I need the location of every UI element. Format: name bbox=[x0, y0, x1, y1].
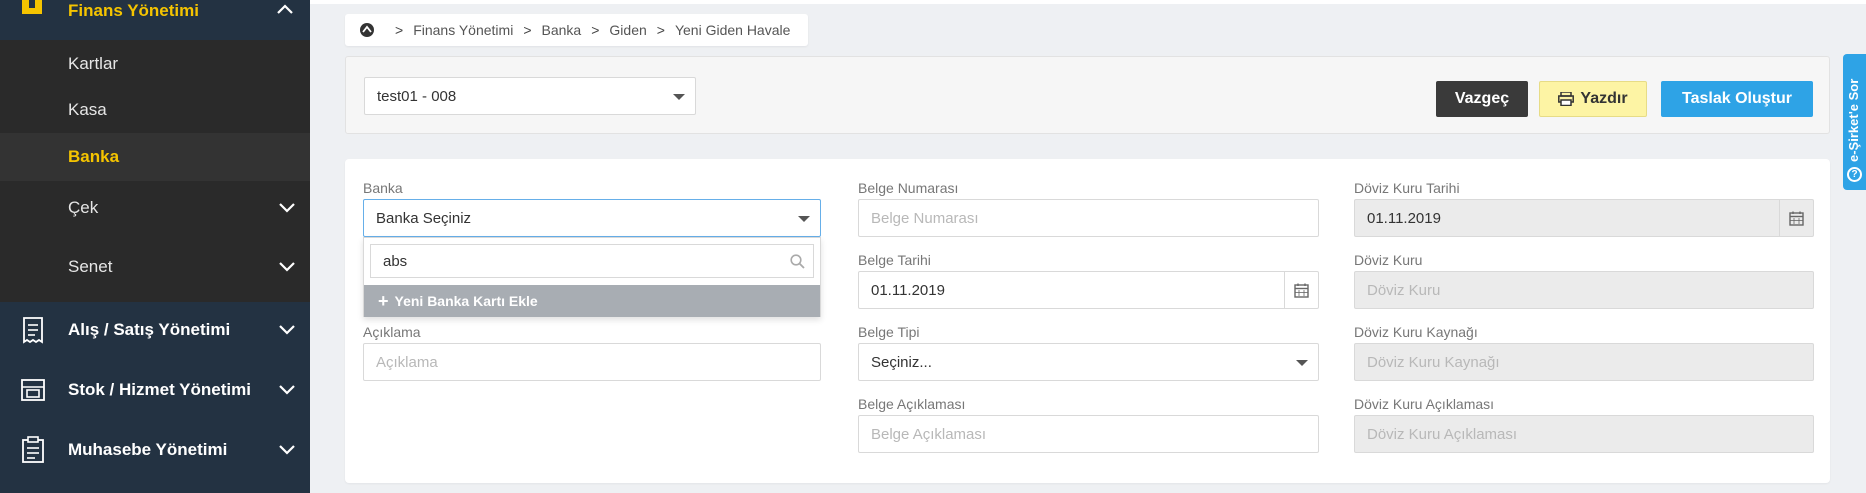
doviz-kaynak-input[interactable]: Döviz Kuru Kaynağı bbox=[1354, 343, 1814, 381]
sidebar-item-label: Muhasebe Yönetimi bbox=[68, 440, 228, 459]
doviz-tarihi-value: 01.11.2019 bbox=[1367, 210, 1441, 227]
caret-down-icon bbox=[1296, 360, 1308, 366]
action-bar: test01 - 008 Vazgeç Yazdır Taslak Oluştu… bbox=[345, 56, 1830, 134]
doviz-kaynak-label: Döviz Kuru Kaynağı bbox=[1354, 324, 1478, 340]
sidebar-item-label: Banka bbox=[68, 147, 120, 166]
breadcrumb-item[interactable]: Banka bbox=[542, 22, 582, 38]
chevron-up-icon[interactable] bbox=[276, 2, 294, 16]
belge-no-placeholder: Belge Numarası bbox=[871, 210, 979, 227]
search-icon bbox=[790, 254, 805, 269]
chevron-down-icon bbox=[279, 203, 295, 213]
sidebar: Finans Yönetimi Kartlar Kasa Banka Çek S… bbox=[0, 0, 310, 493]
belge-aciklama-placeholder: Belge Açıklaması bbox=[871, 426, 987, 443]
aciklama-label: Açıklama bbox=[363, 324, 421, 340]
belge-tipi-label: Belge Tipi bbox=[858, 324, 920, 340]
chevron-down-icon bbox=[279, 325, 295, 335]
sidebar-item-kasa[interactable]: Kasa bbox=[0, 86, 310, 134]
sidebar-item-banka[interactable]: Banka bbox=[0, 133, 310, 181]
calendar-button[interactable] bbox=[1779, 200, 1813, 236]
banka-search-input[interactable]: abs bbox=[370, 244, 814, 278]
belge-aciklama-label: Belge Açıklaması bbox=[858, 396, 966, 412]
belge-no-input[interactable]: Belge Numarası bbox=[858, 199, 1319, 237]
sidebar-item-label: Alış / Satış Yönetimi bbox=[68, 320, 231, 339]
belge-tarihi-label: Belge Tarihi bbox=[858, 252, 931, 268]
receipt-icon bbox=[23, 317, 43, 344]
banka-label: Banka bbox=[363, 180, 403, 196]
belge-tipi-value: Seçiniz... bbox=[871, 354, 932, 371]
sidebar-item-label: Stok / Hizmet Yönetimi bbox=[68, 380, 251, 399]
add-bank-card-option[interactable]: + Yeni Banka Kartı Ekle bbox=[364, 285, 820, 317]
banka-select[interactable]: Banka Seçiniz bbox=[363, 199, 821, 237]
finans-submenu: Kartlar Kasa Banka Çek Senet bbox=[0, 40, 310, 302]
calendar-icon bbox=[1294, 283, 1309, 298]
belge-tarihi-input[interactable]: 01.11.2019 bbox=[858, 271, 1319, 309]
sidebar-item-cek[interactable]: Çek bbox=[0, 184, 310, 232]
aciklama-placeholder: Açıklama bbox=[376, 354, 438, 371]
breadcrumb: > Finans Yönetimi > Banka > Giden > Yeni… bbox=[345, 14, 809, 46]
sidebar-section-finans[interactable]: Finans Yönetimi bbox=[0, 0, 310, 40]
breadcrumb-separator: > bbox=[523, 22, 532, 38]
sidebar-item-senet[interactable]: Senet bbox=[0, 243, 310, 291]
belge-tipi-select[interactable]: Seçiniz... bbox=[858, 343, 1319, 381]
sidebar-item-label: Senet bbox=[68, 257, 113, 276]
doviz-aciklama-input[interactable]: Döviz Kuru Açıklaması bbox=[1354, 415, 1814, 453]
banka-select-value: Banka Seçiniz bbox=[376, 210, 472, 227]
form-card: Banka Banka Seçiniz Açıklama Açıklama ab… bbox=[345, 159, 1830, 483]
sidebar-item-label: Kartlar bbox=[68, 54, 119, 73]
doviz-kuru-placeholder: Döviz Kuru bbox=[1367, 282, 1441, 299]
breadcrumb-separator: > bbox=[591, 22, 600, 38]
banka-search-value: abs bbox=[383, 253, 408, 270]
sidebar-item-stok-hizmet[interactable]: Stok / Hizmet Yönetimi bbox=[0, 360, 310, 420]
sidebar-section-label: Finans Yönetimi bbox=[68, 1, 199, 20]
sidebar-item-muhasebe[interactable]: Muhasebe Yönetimi bbox=[0, 420, 310, 480]
breadcrumb-current: Yeni Giden Havale bbox=[674, 22, 791, 38]
breadcrumb-item[interactable]: Finans Yönetimi bbox=[413, 22, 513, 38]
company-select[interactable]: test01 - 008 bbox=[364, 77, 696, 115]
print-button[interactable]: Yazdır bbox=[1539, 81, 1647, 117]
doviz-kuru-label: Döviz Kuru bbox=[1354, 252, 1423, 268]
chevron-down-icon bbox=[279, 385, 295, 395]
sidebar-item-label: Çek bbox=[68, 198, 99, 217]
chevron-down-icon bbox=[279, 445, 295, 455]
plus-icon: + bbox=[378, 291, 389, 311]
caret-down-icon bbox=[798, 216, 810, 222]
printer-icon bbox=[1558, 92, 1575, 106]
create-draft-button[interactable]: Taslak Oluştur bbox=[1661, 81, 1813, 117]
doviz-tarihi-input[interactable]: 01.11.2019 bbox=[1354, 199, 1814, 237]
belge-tarihi-value: 01.11.2019 bbox=[871, 282, 945, 299]
calendar-button[interactable] bbox=[1284, 272, 1318, 308]
sidebar-item-alis-satis[interactable]: Alış / Satış Yönetimi bbox=[0, 300, 310, 360]
breadcrumb-separator: > bbox=[656, 22, 665, 38]
print-label: Yazdır bbox=[1580, 90, 1628, 107]
belge-aciklama-input[interactable]: Belge Açıklaması bbox=[858, 415, 1319, 453]
aciklama-input[interactable]: Açıklama bbox=[363, 343, 821, 381]
add-bank-card-label: Yeni Banka Kartı Ekle bbox=[394, 293, 538, 309]
home-icon[interactable] bbox=[359, 22, 375, 38]
breadcrumb-separator: > bbox=[395, 22, 404, 38]
stock-icon bbox=[21, 379, 45, 401]
chevron-down-icon bbox=[279, 262, 295, 272]
top-bar-edge bbox=[310, 0, 1866, 4]
company-select-value: test01 - 008 bbox=[377, 88, 457, 105]
sidebar-item-label: Kasa bbox=[68, 100, 107, 119]
caret-down-icon bbox=[673, 94, 685, 100]
belge-no-label: Belge Numarası bbox=[858, 180, 959, 196]
sidebar-item-kartlar[interactable]: Kartlar bbox=[0, 40, 310, 88]
doviz-tarihi-label: Döviz Kuru Tarihi bbox=[1354, 180, 1460, 196]
doviz-kuru-input[interactable]: Döviz Kuru bbox=[1354, 271, 1814, 309]
question-icon: ? bbox=[1847, 167, 1862, 182]
ask-tab[interactable]: e-Şirket'e Sor ? bbox=[1843, 54, 1866, 190]
doviz-aciklama-label: Döviz Kuru Açıklaması bbox=[1354, 396, 1495, 412]
breadcrumb-item[interactable]: Giden bbox=[609, 22, 646, 38]
calendar-icon bbox=[1789, 211, 1804, 226]
banka-dropdown: abs + Yeni Banka Kartı Ekle bbox=[363, 237, 821, 317]
doviz-aciklama-placeholder: Döviz Kuru Açıklaması bbox=[1367, 426, 1518, 443]
clipboard-icon bbox=[22, 436, 44, 463]
doviz-kaynak-placeholder: Döviz Kuru Kaynağı bbox=[1367, 354, 1500, 371]
ask-tab-label: e-Şirket'e Sor bbox=[1846, 78, 1861, 162]
cancel-button[interactable]: Vazgeç bbox=[1436, 81, 1528, 117]
finance-icon bbox=[22, 0, 42, 14]
